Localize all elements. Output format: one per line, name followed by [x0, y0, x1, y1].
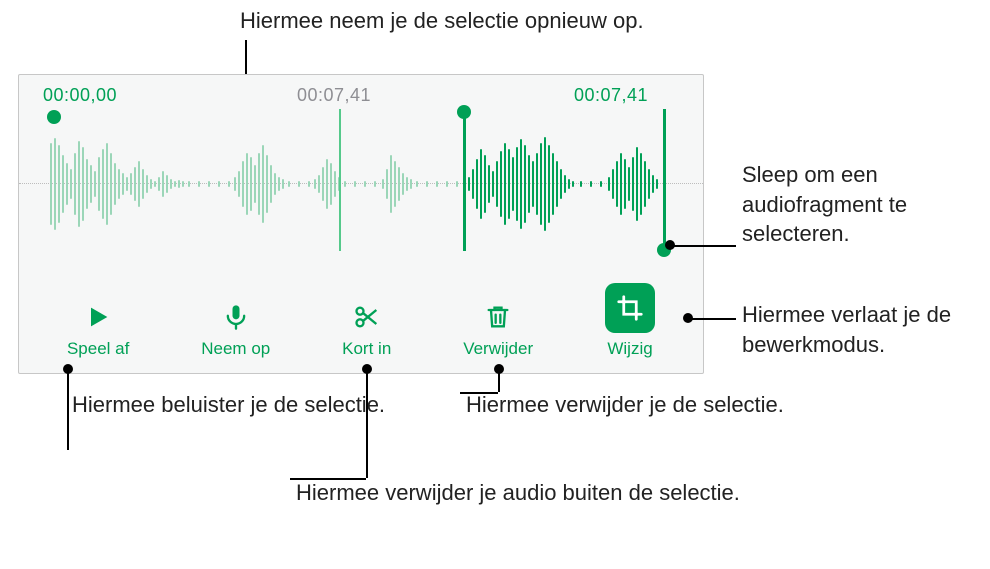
record-button[interactable]: Neem op — [201, 301, 270, 359]
selection-start-handle[interactable] — [457, 105, 471, 119]
leader-line — [690, 318, 736, 320]
play-label: Speel af — [67, 339, 129, 359]
leader-line — [460, 392, 498, 394]
callout-listen: Hiermee beluister je de selectie. — [72, 390, 385, 420]
selection-right-bar[interactable] — [663, 109, 666, 251]
play-icon — [84, 301, 112, 333]
leader-line — [290, 478, 366, 480]
leader-dot — [683, 313, 693, 323]
scissors-icon — [353, 301, 381, 333]
callout-drag-select: Sleep om een audiofragment te selecteren… — [742, 160, 990, 249]
leader-dot — [362, 364, 372, 374]
trash-icon — [484, 301, 512, 333]
crop-icon — [605, 283, 655, 333]
time-playhead-label: 00:07,41 — [297, 85, 371, 106]
callout-exit-edit: Hiermee verlaat je de bewerkmodus. — [742, 300, 990, 359]
leader-dot — [665, 240, 675, 250]
leader-line — [672, 245, 736, 247]
record-label: Neem op — [201, 339, 270, 359]
delete-label: Verwijder — [463, 339, 533, 359]
edit-button[interactable]: Wijzig — [605, 283, 655, 359]
timeline-start-marker[interactable] — [47, 110, 61, 124]
trim-button[interactable]: Kort in — [342, 301, 391, 359]
leader-dot — [494, 364, 504, 374]
leader-line — [366, 370, 368, 478]
delete-button[interactable]: Verwijder — [463, 301, 533, 359]
selection-left-bar[interactable] — [463, 109, 466, 251]
leader-dot — [63, 364, 73, 374]
edit-label: Wijzig — [607, 339, 652, 359]
edit-toolbar: Speel af Neem op Kort in — [19, 283, 703, 359]
leader-line — [67, 370, 69, 450]
waveform-unselected — [49, 129, 463, 239]
callout-trim: Hiermee verwijder je audio buiten de sel… — [296, 478, 740, 508]
play-button[interactable]: Speel af — [67, 301, 129, 359]
time-end-label: 00:07,41 — [574, 85, 648, 106]
playhead[interactable] — [339, 109, 341, 251]
microphone-icon — [222, 301, 250, 333]
callout-delete: Hiermee verwijder je de selectie. — [466, 390, 784, 420]
time-start-label: 00:00,00 — [43, 85, 117, 106]
callout-rerecord: Hiermee neem je de selectie opnieuw op. — [240, 6, 644, 36]
trim-label: Kort in — [342, 339, 391, 359]
waveform-selected — [467, 129, 663, 239]
audio-editor-panel: 00:00,00 00:07,41 00:07,41 Speel af — [18, 74, 704, 374]
